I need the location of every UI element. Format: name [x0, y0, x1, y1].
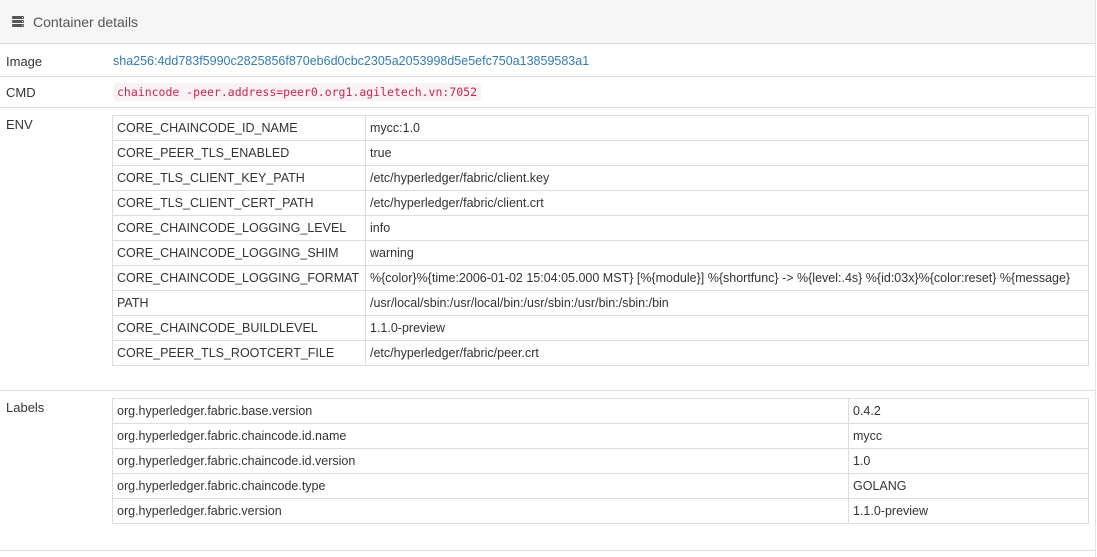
- env-key: CORE_CHAINCODE_LOGGING_SHIM: [112, 240, 366, 266]
- env-row: ENV CORE_CHAINCODE_ID_NAME mycc:1.0 CORE_…: [0, 108, 1095, 391]
- env-table-row: CORE_PEER_TLS_ROOTCERT_FILE/etc/hyperled…: [112, 340, 1089, 366]
- label-value: 1.1.0-preview: [848, 498, 1089, 524]
- env-value: 1.1.0-preview: [365, 315, 1089, 341]
- image-link[interactable]: sha256:4dd783f5990c2825856f870eb6d0cbc23…: [113, 54, 589, 68]
- env-value: warning: [365, 240, 1089, 266]
- label-key: org.hyperledger.fabric.chaincode.type: [112, 473, 849, 499]
- container-details-panel: Container details Image sha256:4dd783f59…: [0, 0, 1096, 557]
- label-value: 1.0: [848, 448, 1089, 474]
- labels-table-row: org.hyperledger.fabric.chaincode.id.name…: [112, 423, 1089, 449]
- label-value: mycc: [848, 423, 1089, 449]
- env-value: %{color}%{time:2006-01-02 15:04:05.000 M…: [365, 265, 1089, 291]
- env-value: /etc/hyperledger/fabric/client.crt: [365, 190, 1089, 216]
- env-key: CORE_PEER_TLS_ENABLED: [112, 140, 366, 166]
- labels-label: Labels: [6, 400, 45, 415]
- env-key: CORE_CHAINCODE_LOGGING_LEVEL: [112, 215, 366, 241]
- image-label: Image: [6, 54, 43, 69]
- labels-table-row: org.hyperledger.fabric.chaincode.type GOL…: [112, 473, 1089, 499]
- labels-table: org.hyperledger.fabric.base.version 0.4.2…: [112, 398, 1089, 524]
- env-value: /etc/hyperledger/fabric/peer.crt: [365, 340, 1089, 366]
- env-key: CORE_CHAINCODE_BUILDLEVEL: [112, 315, 366, 341]
- env-value: /etc/hyperledger/fabric/client.key: [365, 165, 1089, 191]
- env-table: CORE_CHAINCODE_ID_NAME mycc:1.0 CORE_PEER…: [112, 115, 1089, 366]
- env-table-row: CORE_PEER_TLS_ENABLED true: [112, 140, 1089, 166]
- server-icon: [12, 16, 24, 27]
- env-value: /usr/local/sbin:/usr/local/bin:/usr/sbin…: [365, 290, 1089, 316]
- env-table-row: CORE_TLS_CLIENT_CERT_PATH/etc/hyperledge…: [112, 190, 1089, 216]
- label-key: org.hyperledger.fabric.version: [112, 498, 849, 524]
- env-table-row: CORE_CHAINCODE_LOGGING_LEVEL info: [112, 215, 1089, 241]
- label-key: org.hyperledger.fabric.chaincode.id.vers…: [112, 448, 849, 474]
- env-value: mycc:1.0: [365, 115, 1089, 141]
- env-key: CORE_TLS_CLIENT_KEY_PATH: [112, 165, 366, 191]
- env-key: CORE_PEER_TLS_ROOTCERT_FILE: [112, 340, 366, 366]
- env-value: true: [365, 140, 1089, 166]
- panel-title: Container details: [33, 13, 139, 30]
- panel-header: Container details: [0, 0, 1095, 44]
- env-table-row: CORE_CHAINCODE_LOGGING_SHIM warning: [112, 240, 1089, 266]
- labels-row: Labels org.hyperledger.fabric.base.versi…: [0, 391, 1095, 551]
- image-row: Image sha256:4dd783f5990c2825856f870eb6d…: [0, 45, 1095, 77]
- labels-table-row: org.hyperledger.fabric.base.version 0.4.2: [112, 398, 1089, 424]
- env-key: CORE_CHAINCODE_ID_NAME: [112, 115, 366, 141]
- env-table-row: PATH/usr/local/sbin:/usr/local/bin:/usr/…: [112, 290, 1089, 316]
- label-key: org.hyperledger.fabric.chaincode.id.name: [112, 423, 849, 449]
- labels-table-row: org.hyperledger.fabric.chaincode.id.vers…: [112, 448, 1089, 474]
- cmd-value: chaincode -peer.address=peer0.org1.agile…: [113, 83, 482, 101]
- env-label: ENV: [6, 117, 33, 132]
- cmd-row: CMD chaincode -peer.address=peer0.org1.a…: [0, 77, 1095, 108]
- env-table-row: CORE_CHAINCODE_BUILDLEVEL 1.1.0-preview: [112, 315, 1089, 341]
- label-value: GOLANG: [848, 473, 1089, 499]
- env-table-row: CORE_CHAINCODE_LOGGING_FORMAT %{color}%{t…: [112, 265, 1089, 291]
- cmd-label: CMD: [6, 85, 36, 100]
- env-key: CORE_CHAINCODE_LOGGING_FORMAT: [112, 265, 366, 291]
- env-value: info: [365, 215, 1089, 241]
- label-value: 0.4.2: [848, 398, 1089, 424]
- env-table-row: CORE_TLS_CLIENT_KEY_PATH/etc/hyperledger…: [112, 165, 1089, 191]
- env-key: PATH: [112, 290, 366, 316]
- label-key: org.hyperledger.fabric.base.version: [112, 398, 849, 424]
- env-key: CORE_TLS_CLIENT_CERT_PATH: [112, 190, 366, 216]
- env-table-row: CORE_CHAINCODE_ID_NAME mycc:1.0: [112, 115, 1089, 141]
- labels-table-row: org.hyperledger.fabric.version 1.1.0-prev…: [112, 498, 1089, 524]
